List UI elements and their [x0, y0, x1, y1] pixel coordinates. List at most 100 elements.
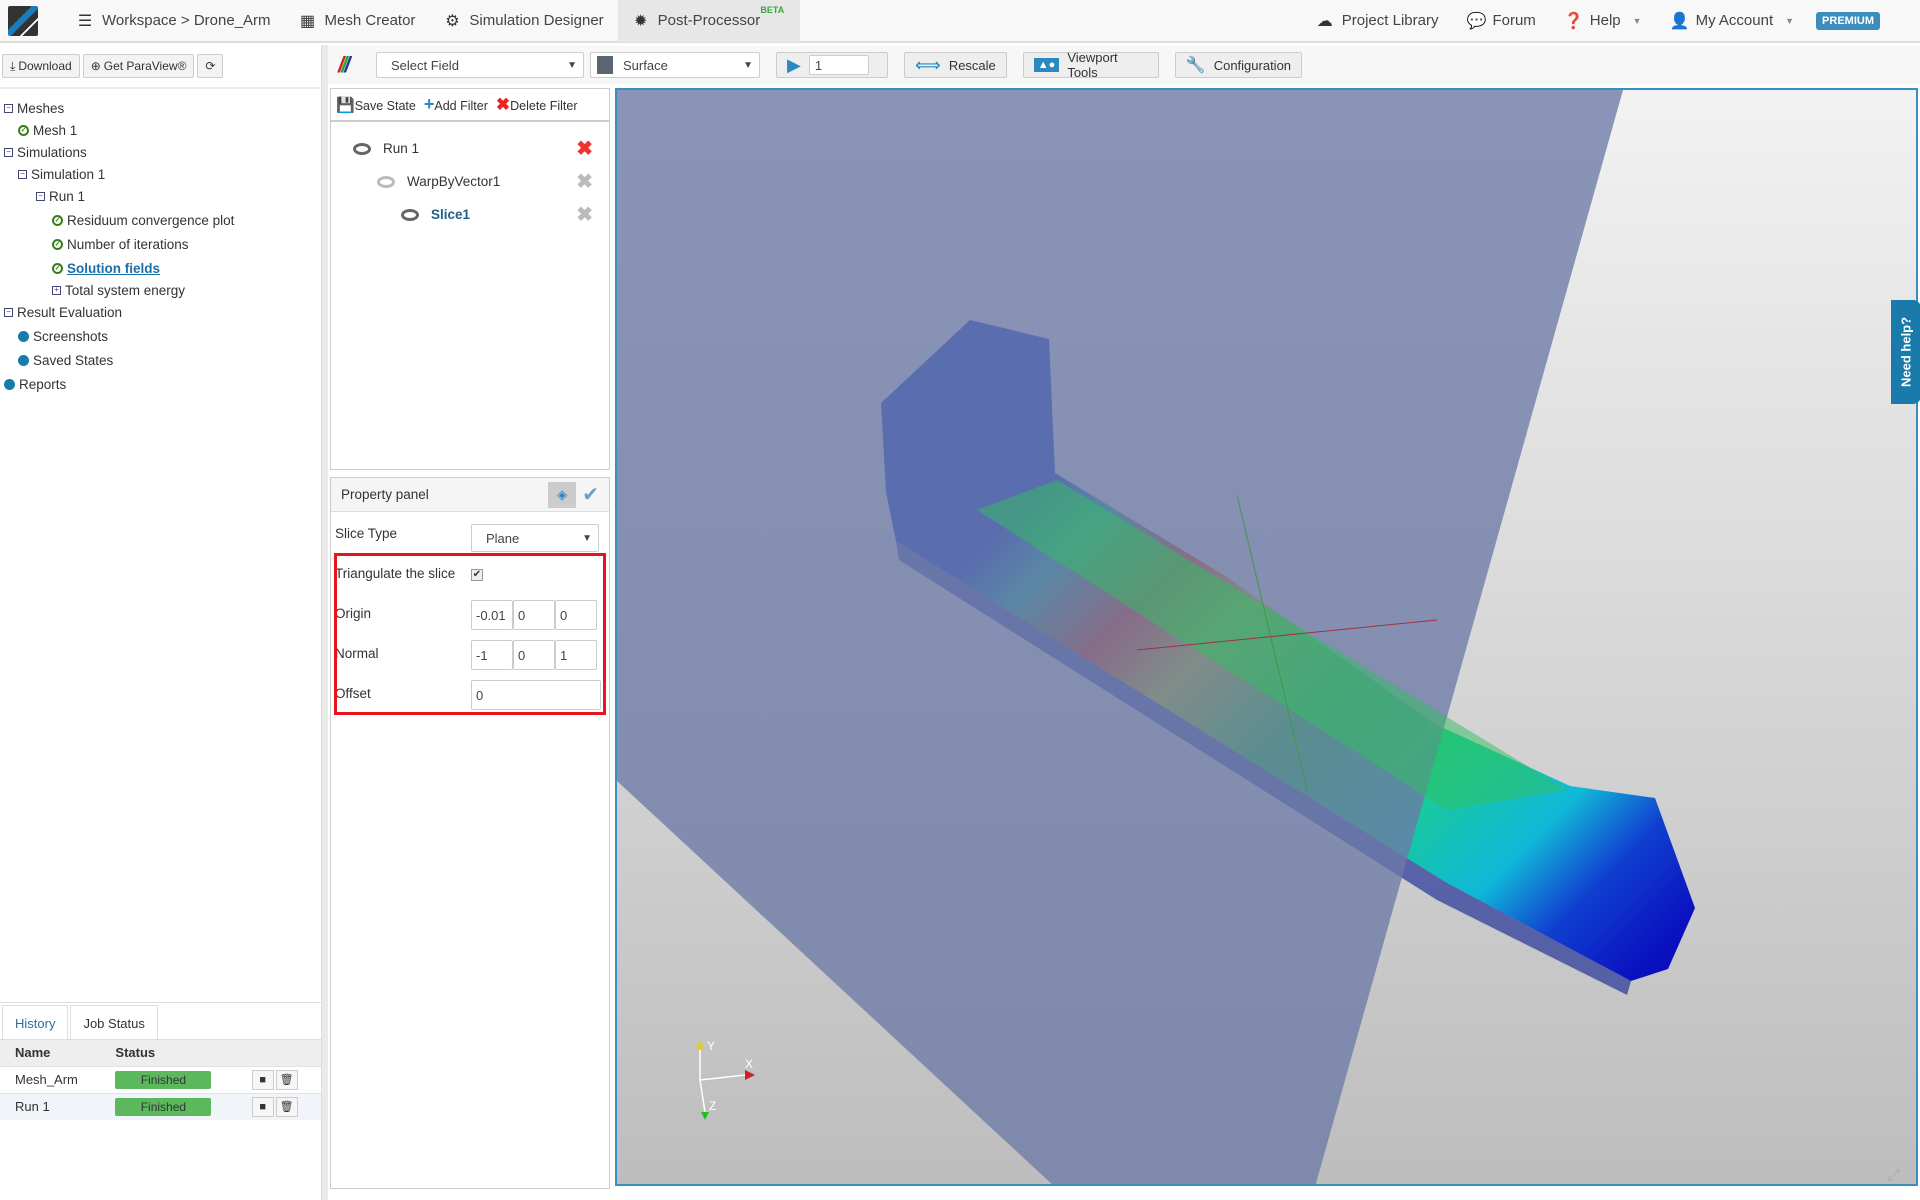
render-canvas[interactable]: Y X Z ⤢ — [617, 90, 1918, 1186]
nav-simulation-designer[interactable]: ⚙ Simulation Designer — [429, 0, 617, 42]
col-name: Name — [0, 1040, 101, 1066]
trash-icon[interactable]: 🗑 — [275, 1069, 298, 1090]
caret-down-icon: ▼ — [1632, 15, 1642, 26]
download-circle-icon: ⊕ — [90, 59, 101, 73]
nav-post-processor[interactable]: ✹ Post-Processor BETA — [617, 0, 801, 42]
tab-job-status[interactable]: Job Status — [70, 1005, 158, 1039]
viewport-tools-button[interactable]: ▲● Viewport Tools — [1022, 50, 1159, 80]
apply-check-icon[interactable]: ✔ — [582, 482, 599, 507]
tree-run-1[interactable]: − Run 1 — [4, 185, 317, 207]
collapse-icon[interactable]: − — [4, 307, 13, 317]
rescale-button[interactable]: ⟺ Rescale — [904, 52, 1007, 78]
collapse-icon[interactable]: − — [36, 191, 45, 201]
tree-meshes[interactable]: − Meshes — [4, 97, 317, 119]
add-filter-button[interactable]: +Add Filter — [424, 94, 488, 115]
caret-down-icon: ▼ — [743, 59, 753, 71]
delete-filter-button[interactable]: ✖Delete Filter — [496, 95, 578, 115]
delete-x-icon[interactable]: ✖ — [576, 169, 593, 194]
caret-down-icon: ▼ — [567, 59, 577, 71]
grid-icon: ▦ — [299, 12, 316, 30]
field-select[interactable]: Select Field ▼ — [376, 52, 584, 78]
delete-x-icon: ✖ — [495, 94, 511, 114]
refresh-button[interactable]: ⟳ — [197, 54, 224, 78]
tree-screenshots[interactable]: Screenshots — [4, 325, 317, 347]
play-control: ▶ 1 — [776, 52, 888, 78]
timestep-input[interactable]: 1 — [808, 55, 869, 75]
tree-simulation-1[interactable]: − Simulation 1 — [4, 163, 317, 185]
status-badge: Finished — [115, 1070, 212, 1089]
pipeline-item-run-1[interactable]: Run 1 ✖ — [331, 132, 609, 165]
table-row: Run 1 Finished ■ 🗑 — [0, 1092, 321, 1120]
caret-down-icon: ▼ — [1785, 15, 1795, 26]
save-icon: 💾 — [336, 96, 355, 114]
nav-my-account[interactable]: 👤 My Account ▼ — [1656, 0, 1808, 42]
expand-icon[interactable]: ⤢ — [1887, 1167, 1900, 1184]
collapse-icon[interactable]: − — [18, 169, 27, 179]
delete-x-icon[interactable]: ✖ — [576, 202, 593, 227]
nav-forum[interactable]: 💬 Forum — [1452, 0, 1549, 42]
pipeline-item-slice[interactable]: Slice1 ✖ — [331, 198, 609, 231]
eye-icon[interactable] — [353, 142, 371, 155]
tree-solution-fields[interactable]: ✓ Solution fields — [4, 257, 317, 279]
table-row: Mesh_Arm Finished ■ 🗑 — [0, 1065, 321, 1093]
configuration-button[interactable]: 🔧 Configuration — [1174, 52, 1303, 78]
axis-label-z: Z — [709, 1099, 716, 1113]
tree-reports[interactable]: Reports — [4, 373, 317, 395]
check-circle-icon: ✓ — [52, 214, 63, 226]
nav-help[interactable]: ❓ Help ▼ — [1550, 0, 1656, 42]
download-button[interactable]: ⤓ Download — [2, 54, 80, 78]
play-icon[interactable]: ▶ — [787, 55, 801, 76]
question-icon: ❓ — [1563, 12, 1584, 30]
gear-icon: ✹ — [633, 12, 648, 30]
cube-icon — [597, 56, 613, 74]
representation-select[interactable]: Surface ▼ — [590, 52, 760, 78]
caret-down-icon: ▼ — [582, 532, 592, 544]
get-paraview-button[interactable]: ⊕ Get ParaView® — [82, 54, 195, 78]
nav-project-library[interactable]: ☁ Project Library — [1302, 0, 1453, 42]
jobs-panel: History Job Status Name Status Mesh_Arm Fi… — [0, 1002, 321, 1200]
nav-mesh-creator[interactable]: ▦ Mesh Creator — [285, 0, 430, 42]
3d-viewport[interactable]: Y X Z ⤢ — [615, 88, 1918, 1186]
tab-history[interactable]: History — [2, 1005, 69, 1039]
tree-iterations[interactable]: ✓ Number of iterations — [4, 233, 317, 255]
nav-workspace[interactable]: ☰ Workspace > Drone_Arm — [62, 0, 285, 42]
collapse-icon[interactable]: − — [4, 147, 13, 157]
download-icon: ⤓ — [10, 58, 16, 73]
shapes-icon: ▲● — [1033, 58, 1060, 72]
property-panel: Property panel ◈ ✔ Slice Type Plane ▼ Tria… — [330, 477, 610, 1189]
stop-icon[interactable]: ■ — [251, 1096, 274, 1117]
delete-x-icon[interactable]: ✖ — [576, 136, 593, 161]
trash-icon[interactable]: 🗑 — [275, 1096, 298, 1117]
tree-result-evaluation[interactable]: − Result Evaluation — [4, 301, 317, 323]
tree-simulations[interactable]: − Simulations — [4, 141, 317, 163]
pipeline-item-warp[interactable]: WarpByVector1 ✖ — [331, 165, 609, 198]
tree-residuum[interactable]: ✓ Residuum convergence plot — [4, 209, 317, 231]
eye-icon[interactable] — [377, 175, 395, 188]
collapse-icon[interactable]: − — [4, 103, 13, 113]
top-nav: ☰ Workspace > Drone_Arm ▦ Mesh Creator ⚙ Si… — [0, 0, 1920, 43]
server-icon: ☰ — [77, 12, 93, 30]
panel-splitter[interactable] — [321, 45, 328, 1200]
check-circle-icon: ✓ — [52, 238, 63, 250]
plus-icon: + — [423, 94, 435, 114]
stop-icon[interactable]: ■ — [251, 1069, 274, 1090]
app-logo[interactable] — [8, 5, 38, 36]
slice-type-select[interactable]: Plane ▼ — [471, 524, 599, 552]
need-help-tab[interactable]: Need help? — [1891, 300, 1920, 404]
tree-energy[interactable]: + Total system energy — [4, 279, 317, 301]
dot-icon — [18, 354, 29, 366]
arrows-horizontal-icon: ⟺ — [915, 54, 941, 75]
tree-mesh-1[interactable]: ✓ Mesh 1 — [4, 119, 317, 141]
save-state-button[interactable]: 💾Save State — [336, 96, 416, 114]
user-icon: 👤 — [1669, 12, 1690, 30]
toggle-plane-widget-icon[interactable]: ◈ — [548, 481, 577, 508]
tree-saved-states[interactable]: Saved States — [4, 349, 317, 371]
comment-icon: 💬 — [1466, 12, 1487, 30]
expand-icon[interactable]: + — [52, 285, 61, 295]
dot-icon — [18, 330, 29, 342]
eye-icon[interactable] — [401, 208, 419, 221]
project-tree: − Meshes ✓ Mesh 1 − Simulations − Simulation… — [0, 89, 321, 403]
job-table: Name Status Mesh_Arm Finished ■ 🗑 Run 1 Finis… — [0, 1040, 321, 1120]
beta-badge: BETA — [760, 5, 785, 15]
refresh-icon: ⟳ — [205, 59, 216, 73]
